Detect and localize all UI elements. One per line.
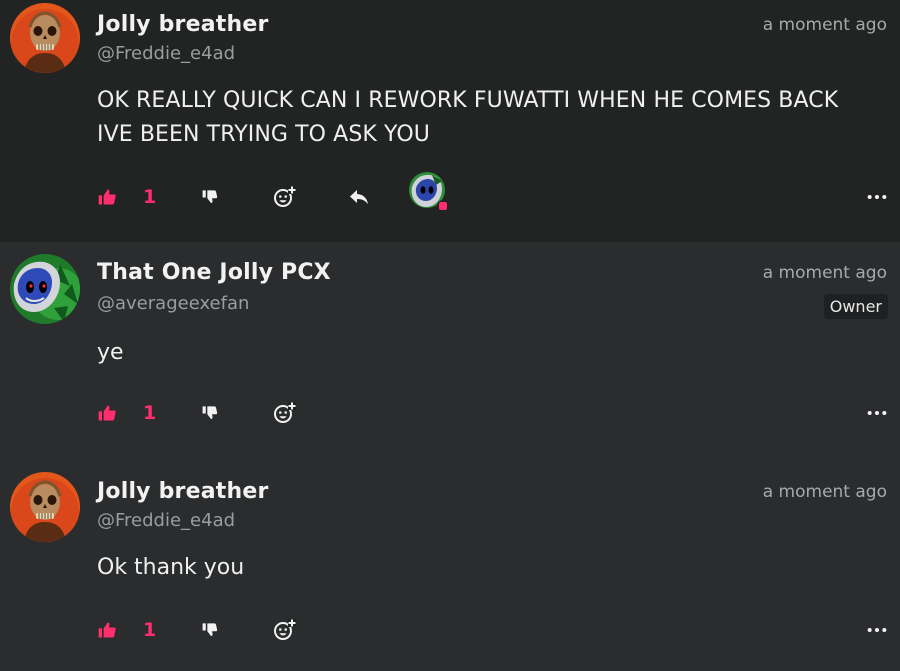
comment-handle[interactable]: @averageexefan [97,293,249,314]
comment-card: Jolly breather @Freddie_e4ad a moment ag… [0,0,900,242]
reply-icon [347,185,371,209]
comment-author[interactable]: Jolly breather [97,12,269,37]
avatar[interactable] [10,254,80,324]
skull-avatar-icon [10,3,80,73]
more-horizontal-icon [866,626,888,634]
like-button[interactable] [97,615,117,645]
thumbs-down-icon [201,188,220,207]
like-count: 1 [143,619,157,641]
comment-timestamp: a moment ago [762,482,887,502]
like-button[interactable] [97,398,117,428]
thumbs-up-icon [97,403,117,423]
owner-badge: Owner [823,294,888,319]
comment-text: OK REALLY QUICK CAN I REWORK FUWATTI WHE… [97,88,839,147]
comment-handle[interactable]: @Freddie_e4ad [97,510,235,531]
like-count: 1 [143,402,157,424]
dislike-button[interactable] [201,615,220,645]
comment-actions: 1 [97,182,897,212]
comment-actions: 1 [97,615,897,645]
add-reaction-button[interactable] [272,398,296,428]
comment-text: Ok thank you [97,555,245,580]
dislike-button[interactable] [201,398,220,428]
add-reaction-button[interactable] [272,182,296,212]
comment-handle[interactable]: @Freddie_e4ad [97,43,235,64]
add-reaction-button[interactable] [272,615,296,645]
comment-card: Jolly breather @Freddie_e4ad a moment ag… [0,461,900,671]
comment-author[interactable]: Jolly breather [97,479,269,504]
comment-timestamp: a moment ago [762,15,887,35]
comment-actions: 1 [97,398,897,428]
more-options-button[interactable] [865,398,889,428]
add-reaction-icon [272,618,296,642]
more-horizontal-icon [866,193,888,201]
reaction-avatar[interactable] [408,171,450,213]
comment-author[interactable]: That One Jolly PCX [97,260,331,285]
reactor-avatar-icon [408,171,450,213]
add-reaction-icon [272,185,296,209]
comment-text: ye [97,340,124,365]
reply-button[interactable] [347,182,371,212]
thumbs-down-icon [201,404,220,423]
more-options-button[interactable] [865,615,889,645]
like-button[interactable] [97,182,117,212]
comment-timestamp: a moment ago [762,263,887,283]
thumbs-up-icon [97,620,117,640]
avatar[interactable] [10,3,80,73]
more-options-button[interactable] [865,182,889,212]
hedgehog-avatar-icon [10,254,80,324]
comment-card: That One Jolly PCX @averageexefan a mome… [0,242,900,461]
avatar[interactable] [10,472,80,542]
add-reaction-icon [272,401,296,425]
skull-avatar-icon [10,472,80,542]
dislike-button[interactable] [201,182,220,212]
more-horizontal-icon [866,409,888,417]
thumbs-down-icon [201,621,220,640]
thumbs-up-icon [97,187,117,207]
like-count: 1 [143,186,157,208]
